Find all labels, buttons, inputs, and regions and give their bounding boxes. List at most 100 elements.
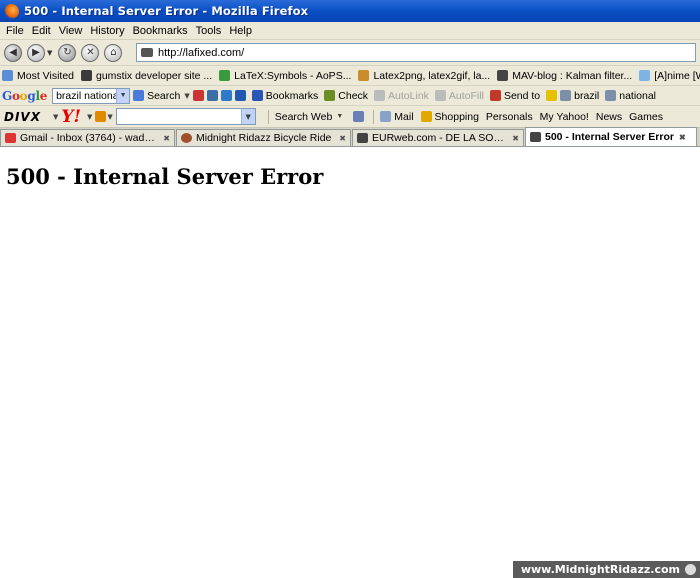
bookmark-label: Latex2png, latex2gif, la... — [373, 69, 491, 82]
tab-label: Midnight Ridazz Bicycle Ride — [196, 132, 332, 144]
button-label: Shopping — [434, 110, 479, 123]
chevron-down-icon[interactable]: ▼ — [53, 113, 58, 121]
yahoo-my-yahoo-button[interactable]: My Yahoo! — [540, 111, 589, 123]
site-favicon-icon — [141, 48, 153, 57]
menu-tools[interactable]: Tools — [192, 25, 226, 37]
chevron-down-icon[interactable]: ▼ — [184, 92, 189, 100]
divider — [373, 109, 375, 124]
reload-button[interactable]: ↻ — [58, 43, 77, 62]
page-heading: 500 - Internal Server Error — [6, 164, 324, 189]
button-label: national — [619, 89, 657, 102]
history-dropdown-icon[interactable]: ▼ — [47, 49, 52, 57]
star-icon — [639, 70, 651, 81]
stop-button[interactable]: ✕ — [81, 43, 100, 62]
forward-button[interactable]: ▶ — [27, 43, 45, 62]
google-autofill-button[interactable]: AutoFill — [434, 90, 484, 102]
watermark: www.MidnightRidazz.com — [512, 561, 700, 578]
news-icon[interactable] — [192, 90, 204, 101]
pencil-icon[interactable] — [95, 111, 107, 122]
tab-eurweb[interactable]: EURweb.com - DE LA SOUL P... ✖ — [352, 129, 524, 146]
close-icon[interactable]: ✖ — [339, 134, 346, 143]
google-autolink-button[interactable]: AutoLink — [374, 90, 429, 102]
google-toolbar: Google brazil nationa ▼ Search ▼ Bookmar… — [0, 86, 700, 106]
google-search-button[interactable]: Search — [133, 90, 180, 102]
menu-help[interactable]: Help — [225, 25, 256, 37]
menu-view[interactable]: View — [55, 25, 87, 37]
button-label: Check — [338, 89, 369, 102]
address-bar[interactable]: http://lafixed.com/ — [136, 43, 696, 62]
close-icon[interactable]: ✖ — [512, 134, 519, 143]
tab-label: 500 - Internal Server Error — [545, 131, 674, 143]
google-search-value: brazil nationa — [56, 89, 119, 102]
bookmark-label: Most Visited — [17, 69, 74, 82]
menu-file[interactable]: File — [2, 25, 28, 37]
tab-midnight-ridazz[interactable]: Midnight Ridazz Bicycle Ride ✖ — [176, 129, 351, 146]
google-highlight-brazil[interactable]: brazil — [560, 90, 599, 102]
button-label: Search — [147, 89, 181, 102]
google-sendto-button[interactable]: Send to — [489, 90, 540, 102]
yahoo-logo[interactable]: Y! — [61, 107, 81, 127]
midnightridazz-icon — [181, 133, 192, 143]
divx-logo[interactable]: DIVX — [4, 110, 41, 124]
tab-internal-server-error[interactable]: 500 - Internal Server Error ✖ — [525, 127, 697, 146]
button-label: My Yahoo! — [539, 110, 589, 123]
yahoo-games-button[interactable]: Games — [629, 111, 663, 123]
chevron-down-icon[interactable]: ▼ — [116, 88, 130, 103]
yahoo-search-input[interactable]: ▼ — [115, 108, 256, 125]
button-label: Games — [629, 110, 663, 123]
yahoo-shield-icon[interactable] — [353, 111, 365, 122]
menu-edit[interactable]: Edit — [28, 25, 55, 37]
google-search-input[interactable]: brazil nationa ▼ — [52, 87, 131, 104]
bookmark-gumstix[interactable]: gumstix developer site ... — [81, 70, 212, 82]
bookmark-label: LaTeX:Symbols - AoPS... — [234, 69, 352, 82]
chevron-down-icon[interactable]: ▼ — [87, 113, 92, 121]
gmail-icon — [5, 133, 16, 143]
watermark-text: www.MidnightRidazz.com — [520, 563, 680, 576]
chevron-down-icon[interactable]: ▼ — [240, 109, 255, 124]
home-button[interactable]: ⌂ — [104, 43, 123, 62]
globe-icon[interactable] — [206, 90, 218, 101]
pagerank-icon[interactable] — [234, 90, 246, 101]
bookmark-latex-symbols[interactable]: LaTeX:Symbols - AoPS... — [219, 70, 351, 82]
chevron-down-icon: ▼ — [336, 113, 344, 120]
button-label: Personals — [485, 110, 533, 123]
google-logo[interactable]: Google — [2, 89, 47, 103]
star-icon — [251, 90, 263, 101]
yahoo-news-button[interactable]: News — [596, 111, 622, 123]
yahoo-toolbar: DIVX ▼ Y! ▼ ▼ ▼ Search Web ▼ Mail Shoppin… — [0, 106, 700, 128]
firefox-icon — [4, 3, 19, 19]
tab-label: Gmail - Inbox (3764) - wade.e... — [20, 132, 159, 144]
close-icon[interactable]: ✖ — [163, 134, 170, 143]
bookmark-label: MAV-blog : Kalman filter... — [512, 69, 633, 82]
plus-icon[interactable] — [220, 90, 232, 101]
menu-history[interactable]: History — [86, 25, 128, 37]
menu-bookmarks[interactable]: Bookmarks — [129, 25, 192, 37]
google-highlight-national[interactable]: national — [605, 90, 656, 102]
yahoo-shopping-button[interactable]: Shopping — [420, 110, 479, 123]
autolink-icon — [374, 90, 386, 101]
chevron-down-icon[interactable]: ▼ — [107, 113, 112, 121]
bookmark-mav-blog[interactable]: MAV-blog : Kalman filter... — [497, 70, 632, 82]
tab-gmail[interactable]: Gmail - Inbox (3764) - wade.e... ✖ — [0, 129, 175, 146]
highlighter-icon[interactable] — [546, 90, 558, 101]
close-icon[interactable]: ✖ — [679, 133, 686, 142]
bookmark-label: [A]nime [W]orld » Over... — [654, 69, 700, 82]
yahoo-mail-button[interactable]: Mail — [380, 111, 414, 123]
url-text[interactable]: http://lafixed.com/ — [158, 47, 244, 59]
highlight-icon — [560, 90, 572, 101]
google-check-button[interactable]: Check — [324, 90, 368, 102]
yahoo-personals-button[interactable]: Personals — [486, 111, 533, 123]
tab-label: EURweb.com - DE LA SOUL P... — [372, 132, 507, 144]
button-label: Bookmarks — [265, 89, 319, 102]
bookmark-most-visited[interactable]: Most Visited — [2, 70, 74, 82]
autofill-icon — [434, 90, 446, 101]
bookmark-anime-world[interactable]: [A]nime [W]orld » Over... — [639, 70, 700, 82]
back-button[interactable]: ◀ — [4, 43, 22, 62]
navigation-toolbar: ◀ ▶ ▼ ↻ ✕ ⌂ http://lafixed.com/ — [0, 40, 700, 66]
google-bookmarks-button[interactable]: Bookmarks — [251, 89, 319, 102]
sendto-icon — [489, 90, 501, 101]
bookmark-label: gumstix developer site ... — [96, 69, 213, 82]
bookmark-latex2png[interactable]: Latex2png, latex2gif, la... — [358, 70, 490, 82]
button-label: News — [595, 110, 623, 123]
yahoo-search-web-button[interactable]: Search Web ▼ — [275, 111, 347, 123]
